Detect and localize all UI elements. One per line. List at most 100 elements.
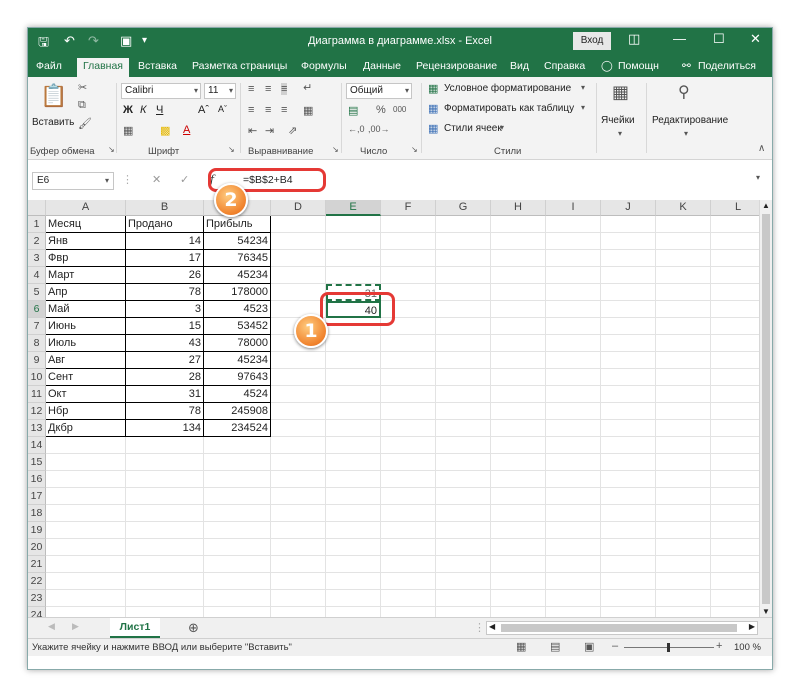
table-cell[interactable]: Март <box>46 267 126 284</box>
signin-button[interactable]: Вход <box>573 32 611 50</box>
table-cell[interactable] <box>711 301 761 318</box>
table-cell[interactable] <box>546 471 601 488</box>
table-cell[interactable] <box>711 505 761 522</box>
table-cell[interactable] <box>711 454 761 471</box>
table-cell[interactable] <box>546 233 601 250</box>
table-cell[interactable] <box>491 369 546 386</box>
table-cell[interactable] <box>326 233 381 250</box>
table-cell[interactable] <box>711 437 761 454</box>
close-icon[interactable]: ✕ <box>750 31 761 47</box>
row-header[interactable]: 24 <box>28 607 46 617</box>
tab-insert[interactable]: Вставка <box>138 60 177 72</box>
table-cell[interactable]: Авг <box>46 352 126 369</box>
table-cell[interactable] <box>271 573 326 590</box>
table-cell[interactable] <box>381 573 436 590</box>
zoom-slider-thumb[interactable] <box>667 643 670 652</box>
row-header[interactable]: 14 <box>28 437 46 454</box>
lightbulb-icon[interactable]: ◯ <box>601 60 613 72</box>
table-cell[interactable]: 54234 <box>204 233 271 250</box>
table-cell[interactable]: 43 <box>126 335 204 352</box>
horizontal-scrollbar[interactable]: ◀ ▶ <box>486 621 758 635</box>
table-cell[interactable] <box>601 590 656 607</box>
cells-icon[interactable]: ▦ <box>612 82 629 103</box>
row-header[interactable]: 15 <box>28 454 46 471</box>
table-cell[interactable] <box>436 318 491 335</box>
table-cell[interactable] <box>546 284 601 301</box>
table-cell[interactable] <box>491 301 546 318</box>
table-cell[interactable] <box>656 267 711 284</box>
number-launcher-icon[interactable]: ↘ <box>411 145 418 154</box>
table-cell[interactable] <box>46 607 126 617</box>
table-cell[interactable] <box>326 454 381 471</box>
row-header[interactable]: 3 <box>28 250 46 267</box>
row-header[interactable]: 2 <box>28 233 46 250</box>
table-cell[interactable]: 31 <box>126 386 204 403</box>
table-cell[interactable] <box>46 437 126 454</box>
table-cell[interactable] <box>546 250 601 267</box>
table-cell[interactable] <box>436 369 491 386</box>
table-cell[interactable] <box>656 301 711 318</box>
align-top-icon[interactable]: ≡ <box>248 83 254 95</box>
table-cell[interactable] <box>436 471 491 488</box>
table-cell[interactable] <box>204 454 271 471</box>
table-cell[interactable] <box>436 216 491 233</box>
table-cell[interactable] <box>491 284 546 301</box>
table-cell[interactable] <box>436 539 491 556</box>
table-cell[interactable]: Май <box>46 301 126 318</box>
table-cell[interactable] <box>656 471 711 488</box>
table-cell[interactable] <box>601 488 656 505</box>
table-cell[interactable] <box>271 386 326 403</box>
spreadsheet-grid[interactable]: ABCDEFGHIJKL1МесяцПроданоПрибыль2Янв1454… <box>28 200 761 617</box>
table-cell[interactable] <box>126 471 204 488</box>
align-center-icon[interactable]: ≡ <box>265 104 271 116</box>
table-cell[interactable] <box>46 556 126 573</box>
table-cell[interactable] <box>656 352 711 369</box>
row-header[interactable]: 9 <box>28 352 46 369</box>
table-cell[interactable] <box>491 386 546 403</box>
table-cell[interactable] <box>381 522 436 539</box>
table-cell[interactable] <box>491 454 546 471</box>
table-cell[interactable] <box>204 505 271 522</box>
table-cell[interactable] <box>656 539 711 556</box>
conditional-format-button[interactable]: Условное форматирование <box>444 83 571 94</box>
tab-formulas[interactable]: Формулы <box>301 60 347 72</box>
table-cell[interactable] <box>546 522 601 539</box>
table-cell[interactable] <box>601 505 656 522</box>
sheet-tab[interactable]: Лист1 <box>110 618 160 638</box>
tab-file[interactable]: Файл <box>36 60 62 72</box>
table-cell[interactable]: 76345 <box>204 250 271 267</box>
table-cell[interactable] <box>126 488 204 505</box>
table-cell[interactable] <box>491 250 546 267</box>
table-cell[interactable] <box>436 301 491 318</box>
table-cell[interactable] <box>271 352 326 369</box>
table-cell[interactable] <box>711 216 761 233</box>
table-cell[interactable]: Фвр <box>46 250 126 267</box>
table-cell[interactable] <box>656 250 711 267</box>
table-cell[interactable]: 97643 <box>204 369 271 386</box>
table-cell[interactable] <box>436 454 491 471</box>
table-cell[interactable] <box>491 488 546 505</box>
table-cell[interactable] <box>546 539 601 556</box>
table-cell[interactable] <box>436 250 491 267</box>
bold-icon[interactable]: Ж <box>123 104 133 116</box>
table-cell[interactable] <box>601 420 656 437</box>
table-cell[interactable]: Сент <box>46 369 126 386</box>
table-cell[interactable] <box>711 607 761 617</box>
table-cell[interactable] <box>436 488 491 505</box>
vertical-scrollbar[interactable]: ▲ ▼ <box>759 200 772 617</box>
align-right-icon[interactable]: ≡ <box>281 104 287 116</box>
table-cell[interactable] <box>326 403 381 420</box>
row-header[interactable]: 21 <box>28 556 46 573</box>
table-cell[interactable] <box>711 403 761 420</box>
fill-color-icon[interactable]: ▩ <box>160 124 170 137</box>
table-cell[interactable] <box>656 284 711 301</box>
table-cell[interactable] <box>711 573 761 590</box>
table-cell[interactable]: 14 <box>126 233 204 250</box>
table-cell[interactable] <box>711 352 761 369</box>
font-name-combo[interactable]: Calibri ▾ <box>121 83 201 99</box>
table-cell[interactable] <box>326 573 381 590</box>
table-cell[interactable] <box>381 420 436 437</box>
table-cell[interactable]: Нбр <box>46 403 126 420</box>
table-cell[interactable] <box>271 556 326 573</box>
table-cell[interactable] <box>436 267 491 284</box>
